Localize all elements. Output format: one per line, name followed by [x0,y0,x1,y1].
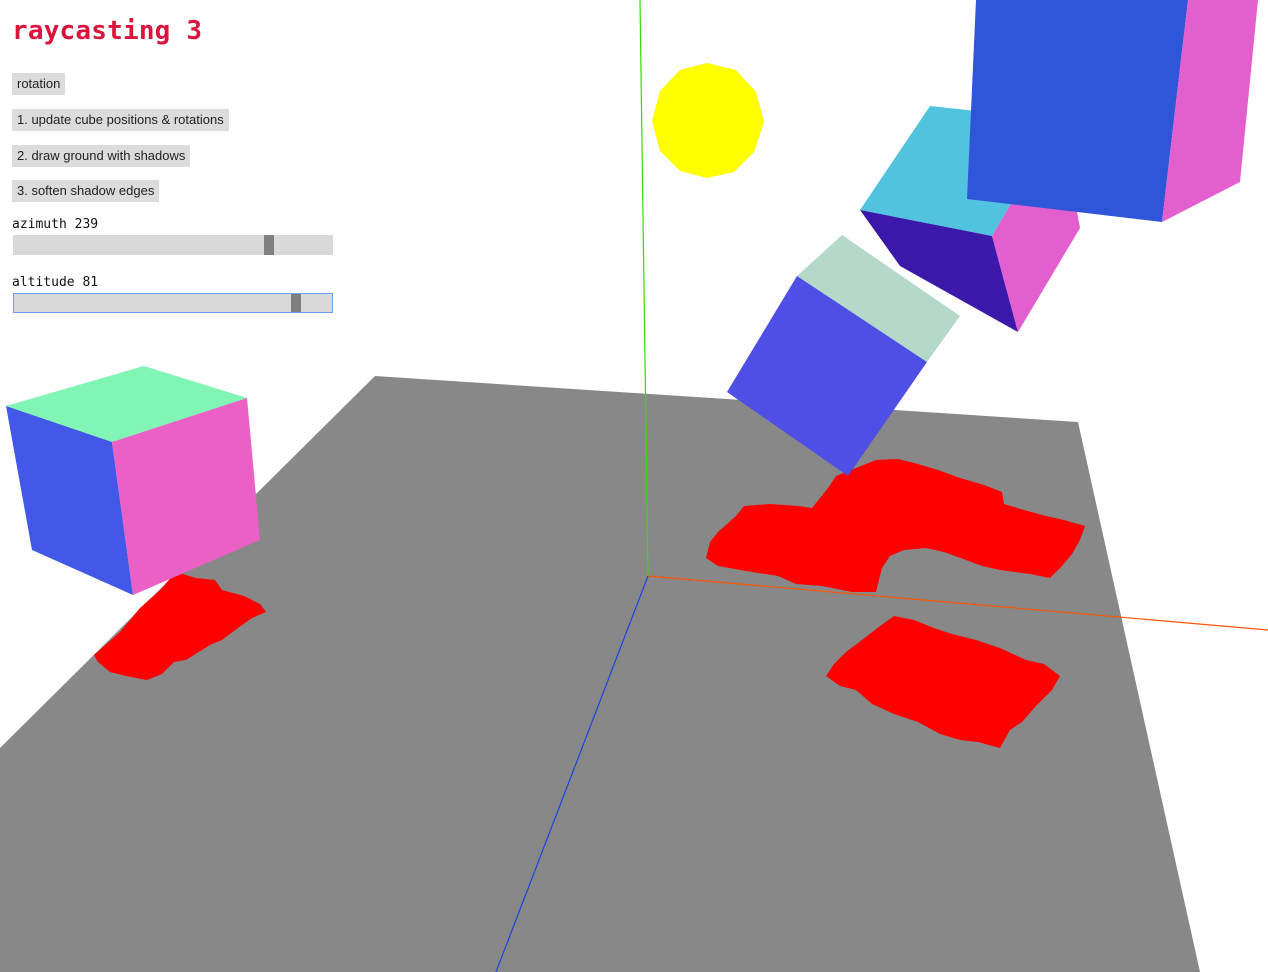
altitude-label: altitude 81 [12,275,98,290]
altitude-value: 81 [82,275,99,290]
update-cubes-button[interactable]: 1. update cube positions & rotations [12,109,229,131]
azimuth-label-text: azimuth [12,217,67,232]
sun-sphere [652,63,764,178]
azimuth-value: 239 [74,217,99,232]
draw-ground-button[interactable]: 2. draw ground with shadows [12,145,191,167]
rotation-button[interactable]: rotation [12,73,66,95]
altitude-slider-thumb[interactable] [291,294,302,312]
azimuth-slider-thumb[interactable] [264,235,275,255]
azimuth-slider[interactable] [13,235,333,255]
altitude-label-text: altitude [12,275,75,290]
control-panel: raycasting 3 rotation 1. update cube pos… [12,16,342,313]
page-title: raycasting 3 [12,16,203,46]
top-right-cube [967,0,1258,222]
soften-shadows-button[interactable]: 3. soften shadow edges [12,180,160,202]
azimuth-label: azimuth 239 [12,217,98,232]
altitude-slider[interactable] [13,293,333,313]
top-right-cube-front-face [967,0,1188,222]
